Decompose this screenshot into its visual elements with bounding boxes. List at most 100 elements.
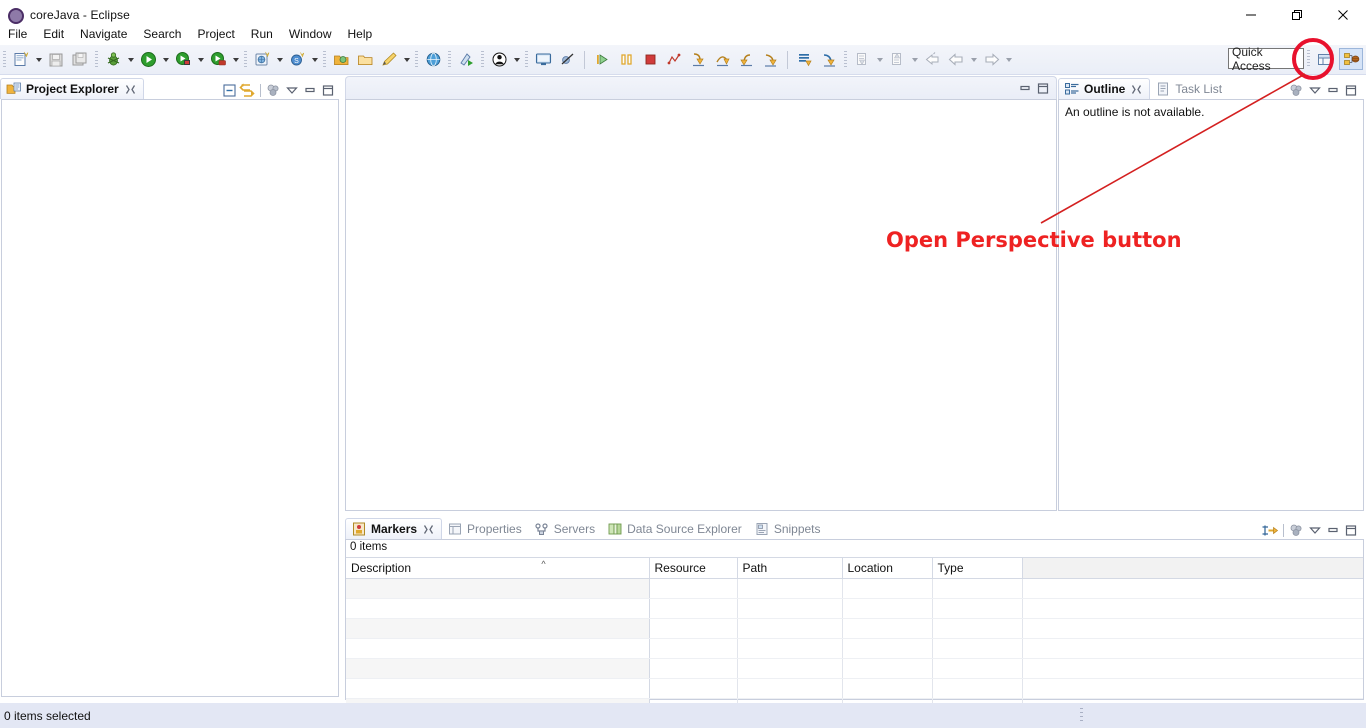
table-row[interactable] [346,578,1363,599]
table-row[interactable] [346,598,1363,619]
edit-pen-icon[interactable] [378,49,400,71]
view-filter-icon[interactable] [265,81,283,99]
perspective-bar-grip[interactable] [1307,50,1310,67]
column-header-type[interactable]: Type [932,557,1023,579]
minimize-icon[interactable] [1324,81,1342,99]
last-edit-location-icon[interactable] [921,49,943,71]
next-edit-location-icon[interactable] [851,49,873,71]
new-java-project-dropdown-arrow[interactable] [274,49,285,71]
quick-access-input[interactable]: Quick Access [1228,45,1304,73]
close-icon[interactable] [423,524,434,535]
menu-run[interactable]: Run [243,25,281,43]
step-return-icon[interactable] [735,49,757,71]
maximize-icon[interactable] [1342,521,1360,539]
new-dropdown-arrow[interactable] [33,49,44,71]
toolbar-grip-7[interactable] [481,50,484,69]
drop-to-frame-icon[interactable] [759,49,781,71]
maximize-icon[interactable] [1034,79,1052,97]
new-class-icon[interactable]: S [286,49,308,71]
disconnect-icon[interactable] [663,49,685,71]
forward-icon[interactable] [980,49,1002,71]
suspend-icon[interactable] [615,49,637,71]
user-icon[interactable] [488,49,510,71]
close-icon[interactable] [125,84,136,95]
run-icon[interactable] [137,49,159,71]
profile-dropdown-arrow[interactable] [230,49,241,71]
next-annotation-icon[interactable] [794,49,816,71]
table-row[interactable] [346,678,1363,699]
tab-outline[interactable]: Outline [1058,78,1151,99]
table-row[interactable] [346,638,1363,659]
forward-dropdown-arrow[interactable] [1003,49,1014,71]
web-browser-icon[interactable] [422,49,444,71]
menu-navigate[interactable]: Navigate [72,25,135,43]
toolbar-grip-9[interactable] [844,50,847,69]
terminate-icon[interactable] [639,49,661,71]
view-filter-icon[interactable] [1288,521,1306,539]
step-into-icon[interactable] [687,49,709,71]
new-java-project-icon[interactable] [251,49,273,71]
close-icon[interactable] [1131,84,1142,95]
project-explorer-tree[interactable] [1,99,339,697]
previous-edit-location-dropdown-arrow[interactable] [909,49,920,71]
menu-help[interactable]: Help [340,25,381,43]
minimize-icon[interactable] [1324,521,1342,539]
view-menu-icon[interactable] [1306,81,1324,99]
step-over-icon[interactable] [711,49,733,71]
skip-breakpoints-icon[interactable] [556,49,578,71]
open-perspective-icon[interactable] [1314,48,1338,70]
quick-access-field[interactable]: Quick Access [1228,45,1304,73]
view-menu-icon[interactable] [1306,521,1324,539]
java-ee-perspective-icon[interactable] [1339,48,1363,70]
tab-task-list[interactable]: Task List [1150,78,1229,99]
menu-edit[interactable]: Edit [35,25,72,43]
menu-search[interactable]: Search [135,25,189,43]
back-icon[interactable] [945,49,967,71]
debug-icon[interactable] [102,49,124,71]
edit-pen-dropdown-arrow[interactable] [401,49,412,71]
toolbar-grip-4[interactable] [323,50,326,69]
toolbar-grip-6[interactable] [448,50,451,69]
toolbar-grip-2[interactable] [95,50,98,69]
view-menu-icon[interactable] [283,81,301,99]
console-icon[interactable] [532,49,554,71]
tab-snippets[interactable]: Snippets [749,518,828,539]
view-filter-icon[interactable] [1288,81,1306,99]
menu-project[interactable]: Project [189,25,242,43]
collapse-all-icon[interactable] [220,81,238,99]
column-header-resource[interactable]: Resource [649,557,738,579]
maximize-icon[interactable] [319,81,337,99]
minimize-icon[interactable] [1016,79,1034,97]
column-header-location[interactable]: Location [842,557,933,579]
focus-on-selection-icon[interactable] [1261,521,1279,539]
table-row[interactable] [346,658,1363,679]
toolbar-grip-5[interactable] [415,50,418,69]
table-row[interactable] [346,618,1363,639]
link-with-editor-icon[interactable] [238,81,256,99]
open-folder-icon[interactable] [354,49,376,71]
toolbar-grip-8[interactable] [525,50,528,69]
menu-file[interactable]: File [0,25,35,43]
new-class-dropdown-arrow[interactable] [309,49,320,71]
previous-edit-location-icon[interactable] [886,49,908,71]
minimize-icon[interactable] [301,81,319,99]
run-server-dropdown-arrow[interactable] [195,49,206,71]
editor-canvas[interactable] [345,99,1057,511]
debug-dropdown-arrow[interactable] [125,49,136,71]
profile-icon[interactable] [207,49,229,71]
new-icon[interactable] [10,49,32,71]
outline-content[interactable]: An outline is not available. [1058,99,1364,511]
tab-data-source-explorer[interactable]: Data Source Explorer [602,518,749,539]
run-dropdown-arrow[interactable] [160,49,171,71]
previous-annotation-icon[interactable] [818,49,840,71]
resume-icon[interactable] [591,49,613,71]
tab-properties[interactable]: Properties [442,518,529,539]
toolbar-grip-3[interactable] [244,50,247,69]
next-edit-location-dropdown-arrow[interactable] [874,49,885,71]
toolbar-grip[interactable] [3,50,6,69]
tab-markers[interactable]: Markers [345,518,443,539]
column-header-description[interactable]: Description ^ [346,557,650,579]
tab-project-explorer[interactable]: Project Explorer [0,78,144,99]
user-dropdown-arrow[interactable] [511,49,522,71]
open-package-icon[interactable] [330,49,352,71]
